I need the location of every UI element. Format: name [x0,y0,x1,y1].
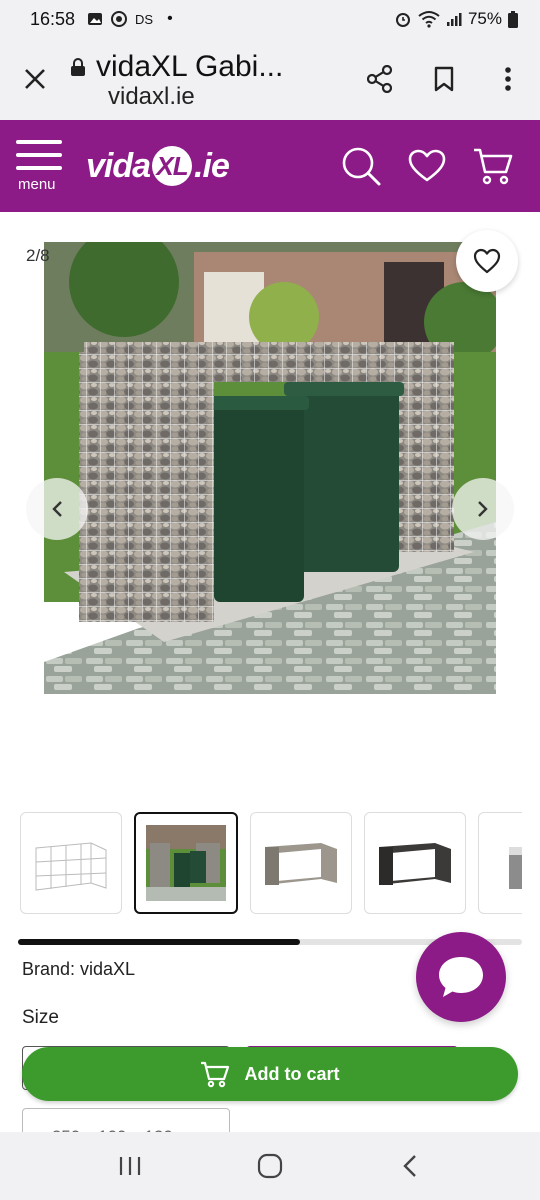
chat-button[interactable] [416,932,506,1022]
chat-bubble-icon [439,957,483,997]
product-gallery: 2/8 [0,212,540,802]
chevron-right-icon [478,501,488,517]
cart-icon [201,1061,230,1088]
hamburger-icon [16,139,62,170]
browser-toolbar: vidaXL Gabi... vidaxl.ie [0,38,540,120]
bookmark-button[interactable] [412,38,476,120]
site-header: menu vida XL .ie [0,120,540,212]
next-image-button[interactable] [452,478,514,540]
more-vertical-icon [505,67,511,91]
back-button[interactable] [380,1136,440,1196]
thumbnail-strip[interactable] [20,812,522,916]
menu-button[interactable]: menu [16,139,96,193]
add-to-cart-button[interactable]: Add to cart [22,1047,518,1101]
page-url: vidaxl.ie [108,83,195,110]
status-time: 16:58 [30,8,76,29]
lock-icon [71,58,85,76]
wifi-icon [418,11,440,28]
image-counter: 2/8 [26,246,50,265]
menu-label: menu [18,175,56,193]
thumbnail-4[interactable] [364,812,466,914]
close-tab-button[interactable] [0,38,70,120]
wishlist-heart-icon[interactable] [408,149,446,183]
signal-icon [446,13,462,26]
thumbnail-scrollbar-thumb[interactable] [18,939,300,945]
notification-dot: • [167,10,173,27]
battery-percent: 75% [467,9,502,28]
chevron-left-icon [52,501,62,517]
search-icon[interactable] [340,145,382,187]
product-image[interactable] [44,242,496,694]
battery-icon [508,10,518,28]
recents-icon [119,1157,141,1175]
product-brand: Brand: vidaXL [22,959,136,979]
add-to-cart-label: Add to cart [244,1063,340,1084]
recents-button[interactable] [100,1136,160,1196]
page-title: vidaXL Gabi... [96,50,284,83]
thumbnail-1[interactable] [20,812,122,914]
cart-icon[interactable] [472,146,514,186]
address-area[interactable]: vidaXL Gabi... vidaxl.ie [70,48,348,110]
home-icon [257,1153,283,1179]
share-button[interactable] [348,38,412,120]
thumbnail-3[interactable] [250,812,352,914]
alarm-icon [395,13,410,27]
add-to-wishlist-button[interactable] [456,230,518,292]
thumbnail-5[interactable] [478,812,522,914]
vidaxl-logo[interactable]: vida XL .ie [86,146,230,186]
previous-image-button[interactable] [26,478,88,540]
back-icon [403,1155,416,1177]
share-icon [367,65,393,93]
size-label: Size [22,1007,59,1028]
bookmark-icon [434,66,454,92]
image-icon [88,13,103,25]
more-options-button[interactable] [476,38,540,120]
chrome-icon [111,11,128,27]
system-navigation-bar [0,1132,540,1200]
home-button[interactable] [240,1136,300,1196]
gabion-bin-store-image [44,242,496,694]
close-icon [25,69,45,89]
ds-tag: DS [135,11,154,27]
status-bar: 16:58 DS • 75% [0,0,540,38]
thumbnail-2[interactable] [134,812,238,914]
heart-icon [473,248,501,274]
